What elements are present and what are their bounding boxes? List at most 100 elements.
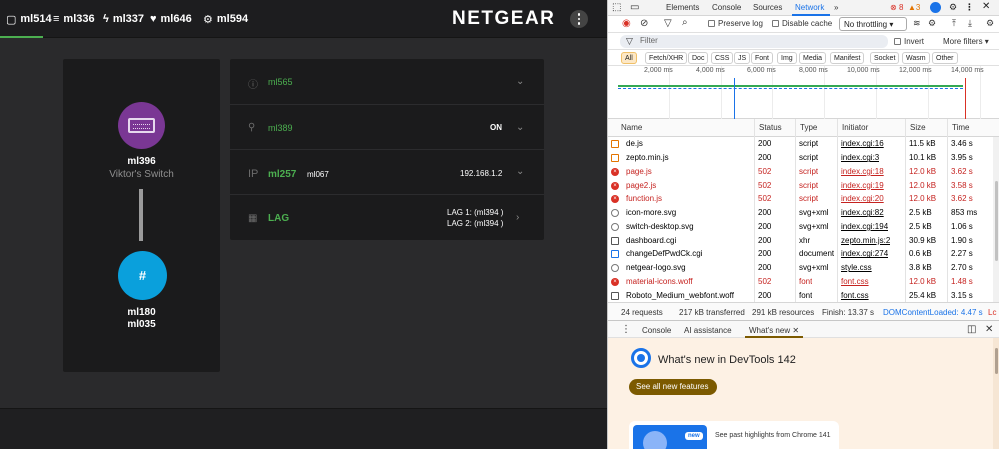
type-socket[interactable]: Socket [870, 52, 900, 64]
cell-initiator[interactable]: index.cgi:18 [841, 167, 884, 176]
request-row[interactable]: dashboard.cgi 200 xhr zepto.min.js:2 30.9 kB… [607, 234, 992, 248]
past-highlights-card[interactable]: new See past highlights from Chrome 141 [629, 421, 839, 449]
drawer-tab-console[interactable]: Console [642, 326, 671, 335]
close-drawer-icon[interactable]: ✕ [985, 324, 993, 335]
cell-initiator[interactable]: index.cgi:194 [841, 222, 888, 231]
filter-funnel-icon[interactable]: ▽ [664, 18, 672, 29]
col-name[interactable]: Name [621, 123, 642, 132]
cell-initiator[interactable]: style.css [841, 263, 872, 272]
more-vert-icon[interactable] [570, 10, 588, 28]
panel-row-ml389[interactable]: ⚲ ml389 ON ⌄ [230, 104, 544, 149]
type-other[interactable]: Other [932, 52, 958, 64]
cell-initiator[interactable]: font.css [841, 277, 869, 286]
panel-row-ml565[interactable]: ⓘ ml565 ⌄ [230, 59, 544, 104]
request-row[interactable]: zepto.min.js 200 script index.cgi:3 10.1 kB 3… [607, 151, 992, 165]
cell-status: 200 [758, 263, 772, 273]
col-initiator[interactable]: Initiator [842, 123, 868, 132]
import-har-icon[interactable]: ⤒ [952, 18, 956, 29]
type-font[interactable]: Font [751, 52, 774, 64]
request-row[interactable]: changeDefPwdCk.cgi 200 document index.cgi:2… [607, 247, 992, 261]
inspect-icon[interactable]: ⬚ [612, 2, 621, 13]
close-icon[interactable]: ✕ [982, 1, 990, 12]
request-row[interactable]: icon-more.svg 200 svg+xml index.cgi:82 2.5 k… [607, 206, 992, 220]
nav-item-ml514[interactable]: ▢ ml514 [6, 0, 52, 38]
cell-initiator[interactable]: zepto.min.js:2 [841, 236, 890, 245]
cell-initiator[interactable]: font.css [841, 291, 869, 300]
request-row[interactable]: × page2.js 502 script index.cgi:19 12.0 kB 3.5… [607, 179, 992, 193]
settings-gear-icon[interactable]: ⚙ [949, 2, 957, 13]
chevron-down-icon[interactable]: ⌄ [516, 76, 524, 87]
preserve-log-checkbox[interactable]: Preserve log [708, 19, 763, 28]
more-options-icon[interactable]: ⋮ [965, 2, 974, 13]
type-doc[interactable]: Doc [688, 52, 709, 64]
request-row[interactable]: switch-desktop.svg 200 svg+xml index.cgi:19… [607, 220, 992, 234]
invert-checkbox[interactable]: Invert [894, 37, 924, 46]
type-img[interactable]: Img [777, 52, 797, 64]
type-fetch-xhr[interactable]: Fetch/XHR [645, 52, 688, 64]
clear-icon[interactable]: ⊘ [640, 18, 648, 29]
wifi-icon[interactable]: ≋ [913, 18, 921, 29]
more-filters-dropdown[interactable]: More filters ▾ [943, 37, 989, 46]
cell-initiator[interactable]: index.cgi:274 [841, 249, 888, 258]
nav-item-ml646[interactable]: ♥ ml646 [150, 0, 192, 38]
request-list-scrollbar[interactable] [993, 137, 999, 302]
dock-icon[interactable]: ◫ [967, 324, 976, 335]
chevron-right-icon[interactable]: › [516, 212, 519, 223]
type-all[interactable]: All [621, 52, 637, 64]
top-navigation-bar: ▢ ml514 ≡ ml336 ϟ ml337 ♥ ml646 ⚙ ml594 … [0, 0, 607, 38]
search-icon[interactable]: ⌕ [682, 17, 688, 28]
request-row[interactable]: × function.js 502 script index.cgi:20 12.0 kB… [607, 192, 992, 206]
type-css[interactable]: CSS [711, 52, 734, 64]
col-status[interactable]: Status [759, 123, 782, 132]
type-manifest[interactable]: Manifest [830, 52, 865, 64]
request-row[interactable]: Roboto_Medium_webfont.woff 200 font font.cs… [607, 289, 992, 303]
nav-item-ml594[interactable]: ⚙ ml594 [203, 0, 248, 38]
chevron-down-icon[interactable]: ⌄ [516, 166, 524, 177]
cell-initiator[interactable]: index.cgi:16 [841, 139, 884, 148]
panel-row-lag[interactable]: ▦ LAG LAG 1: (ml394 ) LAG 2: (ml394 ) › [230, 194, 544, 239]
chevron-down-icon[interactable]: ⌄ [516, 122, 524, 133]
more-tabs-icon[interactable]: » [834, 3, 838, 12]
cell-initiator[interactable]: index.cgi:3 [841, 153, 879, 162]
drawer-tab-whats-new[interactable]: What's new ✕ [749, 326, 799, 335]
tab-console[interactable]: Console [712, 3, 741, 12]
record-icon[interactable]: ◉ [622, 18, 631, 29]
type-wasm[interactable]: Wasm [902, 52, 930, 64]
type-media[interactable]: Media [799, 52, 827, 64]
nav-item-ml336[interactable]: ≡ ml336 [53, 0, 95, 38]
tab-network[interactable]: Network [795, 3, 824, 12]
drawer-menu-icon[interactable]: ⋮ [621, 324, 631, 335]
network-overview-timeline[interactable]: 2,000 ms 4,000 ms 6,000 ms 8,000 ms 10,0… [608, 66, 999, 119]
request-row[interactable]: × page.js 502 script index.cgi:18 12.0 kB 3.62… [607, 165, 992, 179]
network-settings-icon[interactable]: ⚙ [986, 18, 994, 29]
nav-item-ml337[interactable]: ϟ ml337 [103, 0, 144, 38]
panel-row-ml257[interactable]: IP ml257 ml067 192.168.1.2 ⌄ [230, 149, 544, 194]
device-toolbar-icon[interactable]: ▭ [630, 2, 639, 13]
tab-elements[interactable]: Elements [666, 3, 699, 12]
throttling-select[interactable]: No throttling ▾ [839, 17, 907, 31]
export-har-icon[interactable]: ⤓ [968, 18, 972, 29]
request-row[interactable]: netgear-logo.svg 200 svg+xml style.css 3.8 k… [607, 261, 992, 275]
timeline-label: 14,000 ms [951, 67, 984, 74]
network-conditions-icon[interactable]: ⚙ [928, 18, 936, 29]
warning-count-badge[interactable]: ▲3 [908, 3, 920, 12]
type-js[interactable]: JS [734, 52, 751, 64]
whats-new-scrollbar[interactable] [993, 338, 999, 449]
request-row[interactable]: × material-icons.woff 502 font font.css 12.0 … [607, 275, 992, 289]
col-type[interactable]: Type [800, 123, 817, 132]
disable-cache-checkbox[interactable]: Disable cache [772, 19, 832, 28]
cell-initiator[interactable]: index.cgi:19 [841, 181, 884, 190]
request-row[interactable]: de.js 200 script index.cgi:16 11.5 kB 3.46 s [607, 137, 992, 151]
ai-assistance-icon[interactable] [930, 2, 941, 13]
col-time[interactable]: Time [952, 123, 969, 132]
cell-initiator[interactable]: index.cgi:82 [841, 208, 884, 217]
see-all-features-button[interactable]: See all new features [629, 379, 717, 395]
timeline-label: 2,000 ms [644, 67, 673, 74]
info-icon: ⓘ [248, 80, 258, 91]
filter-input[interactable]: Filter [620, 35, 888, 48]
cell-initiator[interactable]: index.cgi:20 [841, 194, 884, 203]
drawer-tab-ai-assistance[interactable]: AI assistance [684, 326, 732, 335]
tab-sources[interactable]: Sources [753, 3, 782, 12]
col-size[interactable]: Size [910, 123, 926, 132]
error-count-badge[interactable]: ⊗ 8 [890, 3, 903, 12]
